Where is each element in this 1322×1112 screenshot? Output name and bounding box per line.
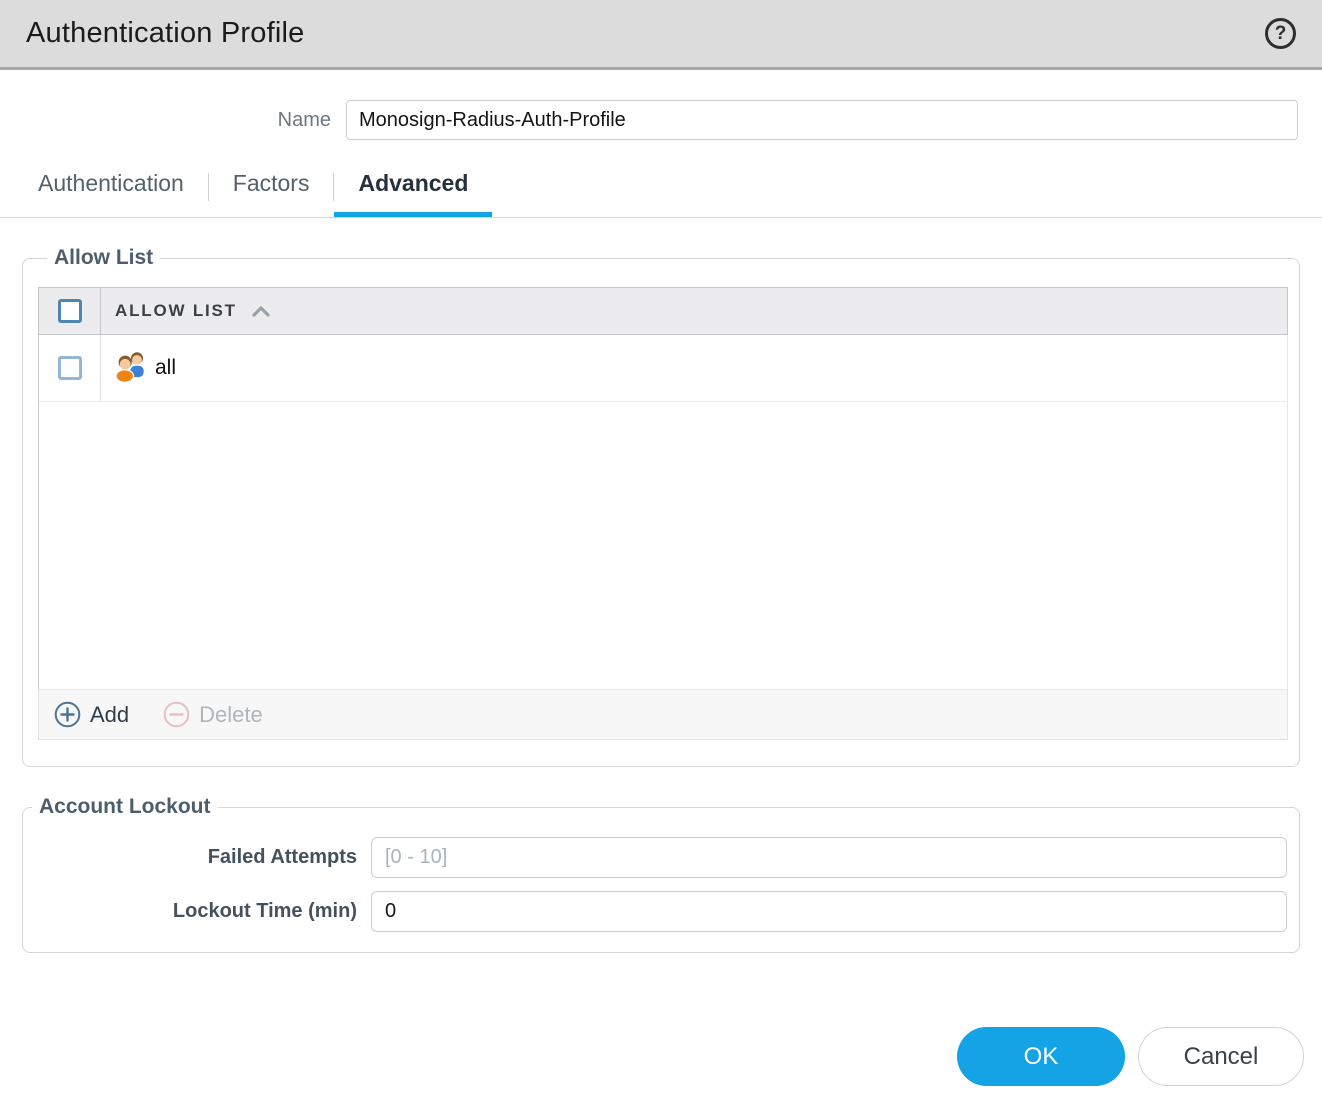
lockout-time-row: Lockout Time (min) bbox=[23, 891, 1288, 932]
row-label: all bbox=[155, 356, 177, 379]
help-icon[interactable]: ? bbox=[1265, 18, 1296, 49]
dialog-header: Authentication Profile ? bbox=[0, 0, 1322, 70]
allow-list-column-header[interactable]: ALLOW LIST bbox=[101, 288, 1287, 334]
account-lockout-legend: Account Lockout bbox=[39, 795, 211, 818]
row-checkbox-cell bbox=[39, 335, 101, 401]
lockout-time-input[interactable] bbox=[371, 891, 1287, 932]
select-all-checkbox[interactable] bbox=[57, 299, 82, 323]
delete-button-label: Delete bbox=[199, 701, 263, 727]
allow-list-table-header: ALLOW LIST bbox=[38, 287, 1288, 335]
tab-advanced[interactable]: Advanced bbox=[334, 158, 493, 217]
failed-attempts-row: Failed Attempts bbox=[23, 837, 1288, 878]
minus-circle-icon bbox=[163, 701, 190, 728]
account-lockout-section: Account Lockout Failed Attempts Lockout … bbox=[22, 795, 1300, 953]
failed-attempts-label: Failed Attempts bbox=[207, 846, 357, 868]
allow-list-legend: Allow List bbox=[54, 246, 154, 269]
allow-list-section: Allow List ALLOW LIST all Add Delete bbox=[22, 246, 1300, 767]
row-main-cell: all bbox=[101, 335, 1287, 401]
sort-ascending-icon[interactable] bbox=[251, 305, 271, 318]
tab-bar: Authentication Factors Advanced bbox=[0, 158, 1322, 218]
cancel-button[interactable]: Cancel bbox=[1138, 1027, 1304, 1086]
failed-attempts-input[interactable] bbox=[371, 837, 1287, 878]
delete-button[interactable]: Delete bbox=[163, 701, 263, 728]
add-button[interactable]: Add bbox=[54, 701, 129, 728]
add-button-label: Add bbox=[90, 701, 130, 727]
allow-list-column-label: ALLOW LIST bbox=[115, 301, 237, 320]
name-input[interactable] bbox=[346, 100, 1298, 140]
name-row: Name bbox=[0, 100, 1322, 140]
tab-authentication[interactable]: Authentication bbox=[14, 158, 208, 217]
row-checkbox[interactable] bbox=[57, 356, 82, 380]
dialog-actions: OK Cancel bbox=[0, 1027, 1322, 1086]
dialog-title: Authentication Profile bbox=[26, 17, 305, 49]
users-icon bbox=[115, 349, 148, 388]
select-all-cell bbox=[39, 288, 101, 334]
lockout-time-label: Lockout Time (min) bbox=[172, 900, 357, 922]
tab-factors[interactable]: Factors bbox=[209, 158, 334, 217]
allow-list-actions: Add Delete bbox=[38, 689, 1288, 740]
table-row[interactable]: all bbox=[39, 335, 1287, 402]
plus-circle-icon bbox=[54, 701, 81, 728]
name-label: Name bbox=[277, 108, 331, 131]
allow-list-table-body: all bbox=[38, 335, 1288, 689]
ok-button[interactable]: OK bbox=[957, 1027, 1125, 1086]
